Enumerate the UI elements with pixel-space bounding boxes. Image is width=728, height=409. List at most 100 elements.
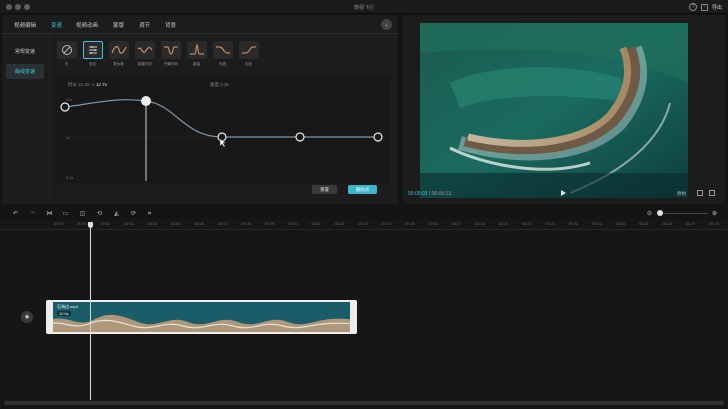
preset-none[interactable]: 无 bbox=[56, 41, 77, 71]
curve-preset-list: 无 自定 蒙太奇 英雄时刻 子弹时间 跳接 闪进 闪出 bbox=[56, 41, 259, 71]
ruler-tick-label: 00:19 bbox=[498, 222, 509, 226]
reset-button[interactable]: 重置 bbox=[312, 185, 337, 194]
playhead[interactable] bbox=[90, 222, 91, 400]
preset-bullet-time[interactable]: 子弹时间 bbox=[160, 41, 181, 71]
zoom-out-icon[interactable]: ⊖ bbox=[646, 210, 653, 217]
ruler-tick-label: 00:20 bbox=[522, 222, 532, 226]
ruler-tick-label: 00:02 bbox=[100, 222, 111, 226]
ruler-tick-label: 00:13 bbox=[358, 222, 368, 226]
rotate-icon[interactable]: ⟳ bbox=[130, 210, 137, 217]
ruler-tick-label: 00:03 bbox=[124, 222, 134, 226]
speed-curve-editor[interactable]: 时长 21.3s -> 12.7s 速度 0.3x 10x 1x 0.1x 重置… bbox=[56, 77, 390, 194]
freeze-icon[interactable]: ◫ bbox=[79, 210, 86, 217]
preview-player: 00:00:03 / 00:00:13 原始 bbox=[403, 15, 725, 204]
preset-flash-in[interactable]: 闪进 bbox=[212, 41, 233, 71]
ruler-tick-label: 00:06 bbox=[194, 222, 204, 226]
cover-icon[interactable]: ◉ bbox=[21, 311, 33, 323]
aspect-ratio-icon[interactable] bbox=[697, 190, 703, 196]
flash-in-curve-icon bbox=[215, 46, 230, 54]
tab-mask[interactable]: 蒙版 bbox=[113, 21, 124, 29]
timecode-display: 00:00:03 / 00:00:13 bbox=[408, 191, 451, 197]
clip-trim-handle-left[interactable] bbox=[48, 302, 53, 332]
clip-speed-badge: 12.6s bbox=[57, 311, 71, 316]
chevron-down-icon[interactable]: ⌄ bbox=[381, 19, 392, 30]
ruler-tick-label: 00:18 bbox=[475, 222, 485, 226]
time-separator: / bbox=[428, 191, 431, 197]
tab-background[interactable]: 背景 bbox=[165, 21, 176, 29]
preset-flash-out[interactable]: 闪出 bbox=[238, 41, 259, 71]
zoom-slider-track[interactable] bbox=[658, 213, 708, 214]
custom-curve-icon bbox=[88, 46, 97, 54]
current-time: 00:00:03 bbox=[408, 191, 428, 197]
ruler-tick-label: 00:00 bbox=[54, 222, 64, 226]
ruler-tick-label: 00:12 bbox=[334, 222, 345, 226]
undo-icon[interactable]: ↶ bbox=[12, 210, 19, 217]
time-ruler[interactable]: 00:00 00:01 00:02 00:03 00:04 00:05 00:06 00:07… bbox=[0, 220, 728, 230]
tab-video-edit[interactable]: 视频编辑 bbox=[14, 21, 36, 29]
curve-point[interactable] bbox=[60, 102, 70, 112]
ruler-tick-label: 00:16 bbox=[428, 222, 438, 226]
ruler-tick-label: 00:05 bbox=[171, 222, 181, 226]
flash-out-curve-icon bbox=[241, 46, 256, 54]
preset-custom[interactable]: 自定 bbox=[82, 41, 103, 71]
preset-label: 子弹时间 bbox=[163, 62, 178, 66]
preset-label: 闪进 bbox=[219, 62, 226, 66]
speed-mode-menu: 常规变速 曲线变速 bbox=[2, 35, 50, 204]
speed-curve-line bbox=[64, 99, 378, 138]
speed-curve-graph bbox=[60, 96, 383, 181]
curve-point[interactable] bbox=[295, 132, 305, 142]
ruler-tick-label: 00:27 bbox=[685, 222, 696, 226]
preset-label: 闪出 bbox=[245, 62, 252, 66]
clip-thumbnails bbox=[48, 302, 355, 332]
tab-speed[interactable]: 变速 bbox=[51, 21, 62, 29]
zoom-slider-knob[interactable] bbox=[657, 210, 663, 216]
bullet-time-curve-icon bbox=[163, 46, 178, 55]
curve-point[interactable] bbox=[373, 132, 383, 142]
clip-trim-handle-right[interactable] bbox=[350, 302, 355, 332]
ruler-tick-label: 00:07 bbox=[217, 222, 228, 226]
ruler-tick-label: 00:25 bbox=[639, 222, 649, 226]
tab-video-animation[interactable]: 视频动画 bbox=[76, 21, 98, 29]
preset-label: 无 bbox=[64, 62, 69, 66]
preset-label: 蒙太奇 bbox=[113, 62, 124, 66]
video-clip[interactable]: 石海边.mp4 12.6s bbox=[46, 300, 357, 334]
speed-mode-curve[interactable]: 曲线变速 bbox=[6, 64, 44, 79]
aspect-ratio-select[interactable]: 原始 bbox=[677, 191, 686, 197]
ruler-tick-label: 00:17 bbox=[451, 222, 462, 226]
mirror-icon[interactable]: ◭ bbox=[113, 210, 120, 217]
ruler-tick-label: 00:28 bbox=[709, 222, 719, 226]
ruler-tick-label: 00:09 bbox=[264, 222, 275, 226]
ruler-tick-label: 00:22 bbox=[568, 222, 579, 226]
preset-jump-cut[interactable]: 跳接 bbox=[186, 41, 207, 71]
zoom-in-icon[interactable]: ⊕ bbox=[711, 210, 718, 217]
ruler-tick-label: 00:23 bbox=[592, 222, 602, 226]
ruler-tick-label: 00:26 bbox=[662, 222, 672, 226]
ruler-tick-label: 00:01 bbox=[77, 222, 87, 226]
fullscreen-icon[interactable] bbox=[709, 190, 715, 196]
play-icon[interactable] bbox=[561, 190, 566, 196]
speed-mode-normal[interactable]: 常规变速 bbox=[6, 44, 44, 59]
timeline-scrollbar[interactable] bbox=[4, 401, 724, 405]
delete-icon[interactable]: ▭ bbox=[62, 210, 69, 217]
clip-name: 石海边.mp4 bbox=[57, 304, 78, 309]
crop-icon[interactable]: ⌗ bbox=[146, 210, 153, 217]
edit-tabs: 视频编辑 变速 视频动画 蒙版 调节 背景 ⌄ bbox=[2, 15, 398, 34]
redo-icon[interactable]: ↷ bbox=[29, 210, 36, 217]
export-button[interactable]: 导出 bbox=[712, 4, 722, 11]
title-bar: 微视飞行 ? ↑ 导出 bbox=[0, 0, 728, 14]
video-preview[interactable] bbox=[420, 23, 688, 198]
curve-point-selected[interactable] bbox=[141, 96, 151, 106]
preset-label: 跳接 bbox=[193, 62, 200, 66]
preset-hero[interactable]: 英雄时刻 bbox=[134, 41, 155, 71]
split-icon[interactable]: ⋈ bbox=[46, 210, 53, 217]
question-icon[interactable]: ? bbox=[688, 3, 697, 11]
hero-curve-icon bbox=[137, 47, 152, 54]
export-icon[interactable]: ↑ bbox=[700, 3, 708, 11]
curve-point[interactable] bbox=[217, 132, 227, 142]
delete-point-button[interactable]: 删除点 bbox=[348, 185, 377, 194]
preset-montage[interactable]: 蒙太奇 bbox=[108, 41, 129, 71]
ruler-tick-label: 00:21 bbox=[545, 222, 555, 226]
reverse-icon[interactable]: ⟲ bbox=[96, 210, 103, 217]
tab-adjust[interactable]: 调节 bbox=[139, 21, 150, 29]
ruler-tick-label: 00:11 bbox=[311, 222, 321, 226]
